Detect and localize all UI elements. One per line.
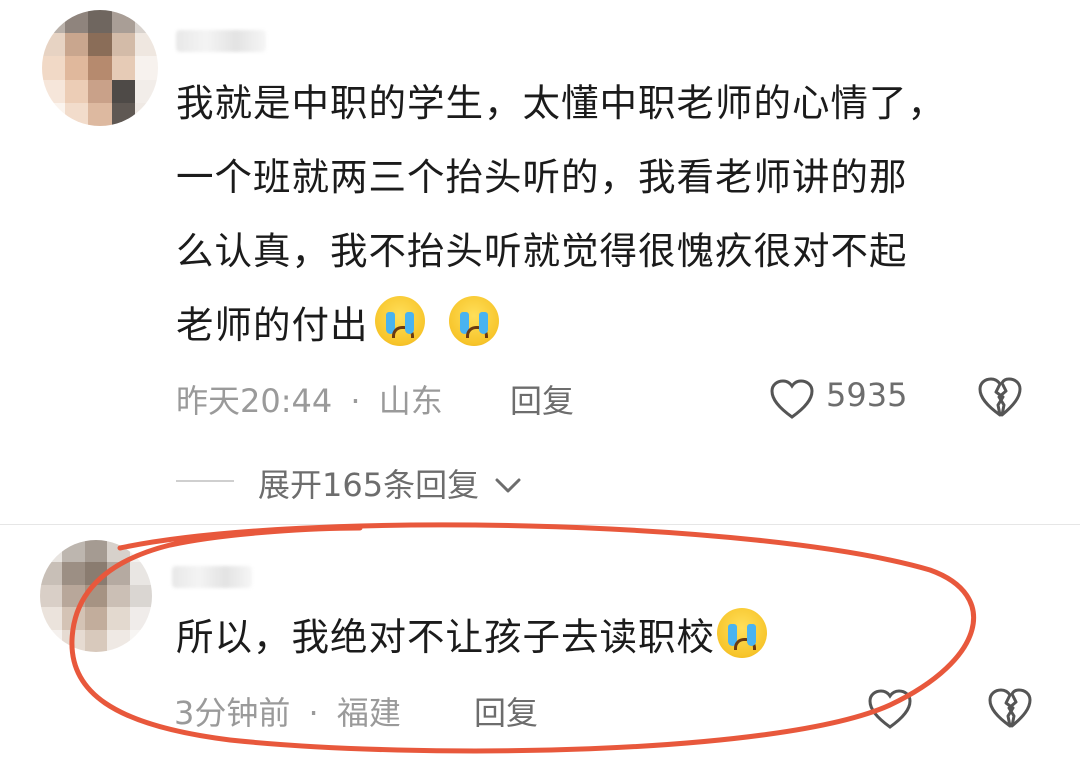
username-blurred[interactable] [172,566,252,588]
comment-text: 所以，我绝对不让孩子去读职校 [176,600,773,674]
crying-face-emoji [374,296,425,346]
comment-separator [0,524,1080,525]
heart-icon[interactable] [866,687,914,731]
avatar[interactable] [42,10,158,126]
avatar[interactable] [40,540,152,652]
expand-replies-button[interactable]: 展开165条回复 [258,460,523,506]
timestamp: 3分钟前 [174,694,291,732]
crying-face-emoji [717,608,767,658]
comment-line: 一个班就两三个抬头听的，我看老师讲的那 [176,155,908,199]
comment-line: 所以，我绝对不让孩子去读职校 [176,615,715,659]
heart-icon[interactable] [768,377,816,421]
location: 山东 [378,382,443,420]
expand-divider [176,480,234,482]
expand-replies-label: 展开165条回复 [258,466,480,504]
comment-line: 我就是中职的学生，太懂中职老师的心情了， [176,81,946,125]
meta-dot: · [350,382,361,420]
comment-line: 老师的付出 [176,288,946,362]
chevron-down-icon [495,478,521,493]
reply-button[interactable]: 回复 [474,688,538,734]
comment-meta: 昨天20:44 · 山东 [176,376,443,422]
broken-heart-icon[interactable] [986,686,1034,730]
like-count: 5935 [826,376,908,414]
comment-meta: 3分钟前 · 福建 [174,688,401,734]
comment-text: 我就是中职的学生，太懂中职老师的心情了， 一个班就两三个抬头听的，我看老师讲的那… [176,66,946,362]
comment-line: 么认真，我不抬头听就觉得很愧疚很对不起 [176,229,908,273]
reply-button[interactable]: 回复 [510,376,574,422]
username-blurred[interactable] [176,30,266,52]
timestamp: 昨天20:44 [176,382,333,420]
broken-heart-icon[interactable] [976,375,1024,419]
crying-face-emoji [449,296,500,346]
meta-dot: · [308,694,319,732]
location: 福建 [336,694,401,732]
